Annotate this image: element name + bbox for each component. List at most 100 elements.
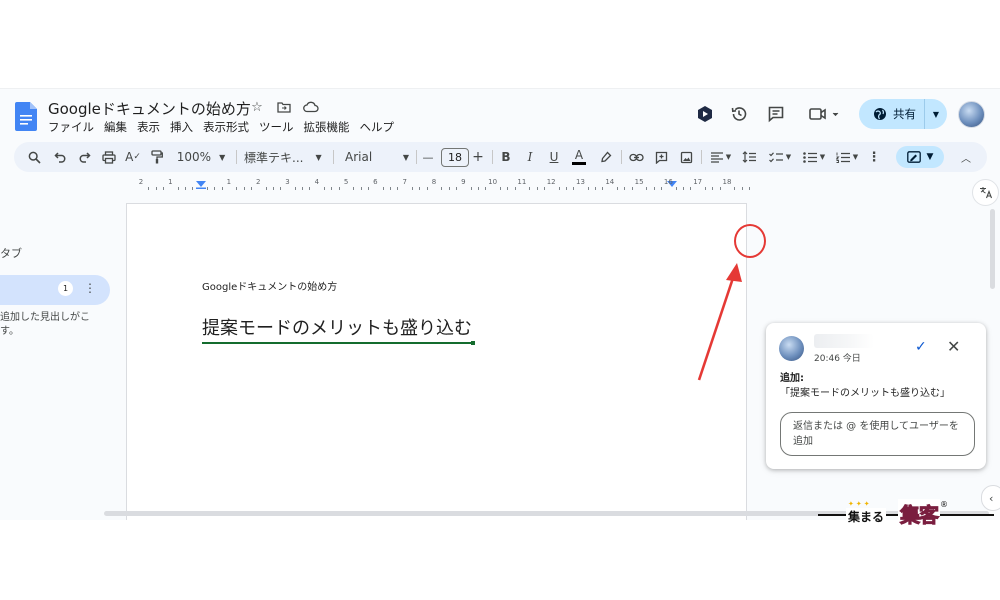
search-menus-icon[interactable] xyxy=(24,142,44,172)
bulleted-list-select[interactable]: ▼ xyxy=(799,142,829,172)
align-select[interactable]: ▼ xyxy=(707,142,735,172)
menu-file[interactable]: ファイル xyxy=(48,119,94,135)
star-icon[interactable]: ☆ xyxy=(249,98,265,116)
tab-more-icon[interactable]: ⋮ xyxy=(84,281,96,295)
ruler-tick xyxy=(485,187,487,190)
comment-icon[interactable] xyxy=(763,101,789,127)
italic-button[interactable]: I xyxy=(522,142,538,172)
redo-icon[interactable] xyxy=(74,142,94,172)
paragraph-style-select[interactable]: 標準テキ... ▼ xyxy=(244,142,324,172)
document-page[interactable]: Googleドキュメントの始め方 提案モードのメリットも盛り込む xyxy=(126,203,747,520)
toolbar-divider xyxy=(333,150,334,164)
translate-icon[interactable] xyxy=(972,179,999,206)
numbered-list-select[interactable]: ▼ xyxy=(832,142,862,172)
document-title[interactable]: Googleドキュメントの始め方 xyxy=(48,98,251,119)
ruler-label: 4 xyxy=(314,178,320,186)
share-dropdown-icon[interactable]: ▼ xyxy=(925,110,947,119)
vertical-scrollbar[interactable] xyxy=(990,209,995,289)
toolbar-divider xyxy=(492,150,493,164)
zoom-select[interactable]: 100% ▼ xyxy=(174,142,228,172)
ruler-tick xyxy=(148,187,150,190)
text-color-label: A xyxy=(574,148,584,162)
annotation-circle xyxy=(734,224,766,258)
more-options-icon[interactable]: ⋮ xyxy=(867,142,881,172)
ruler-tick xyxy=(412,187,414,190)
ruler-tick xyxy=(302,187,304,190)
ruler-tick xyxy=(712,187,714,190)
toolbar-divider xyxy=(701,150,702,164)
left-indent-marker-icon[interactable] xyxy=(196,181,206,189)
spellcheck-icon[interactable]: A ✓ xyxy=(123,142,143,172)
ruler-tick xyxy=(280,187,282,190)
ruler-tick xyxy=(705,187,707,190)
docs-logo-icon[interactable] xyxy=(15,102,37,131)
reject-suggestion-icon[interactable]: ✕ xyxy=(947,337,960,356)
menu-edit[interactable]: 編集 xyxy=(104,119,127,135)
suggestion-comment-card[interactable]: 20:46 今日 ✓ ✕ 追加: 「提案モードのメリットも盛り込む」 返信または… xyxy=(766,323,986,469)
font-family-select[interactable]: Arial ▼ xyxy=(345,142,409,172)
chevron-down-icon: ▼ xyxy=(219,152,226,162)
ruler-tick xyxy=(690,187,692,190)
text-color-button[interactable]: A xyxy=(570,142,588,172)
reply-input[interactable]: 返信または @ を使用してユーザーを追加 xyxy=(780,412,975,456)
underline-button[interactable]: U xyxy=(546,142,562,172)
formatting-toolbar: A ✓ 100% ▼ 標準テキ... ▼ Arial ▼ — 18 + B I U… xyxy=(14,142,987,172)
menu-extensions[interactable]: 拡張機能 xyxy=(304,119,350,135)
ruler-tick xyxy=(741,187,743,190)
ruler-label: 14 xyxy=(605,178,615,186)
ruler-tick xyxy=(426,187,428,190)
line-spacing-icon[interactable] xyxy=(738,142,760,172)
commenter-avatar xyxy=(779,336,804,361)
commenter-name-blurred xyxy=(814,334,874,348)
ruler-tick xyxy=(602,187,604,190)
font-size-input[interactable]: 18 xyxy=(441,148,469,167)
ruler-tick xyxy=(587,187,589,190)
style-value: 標準テキ... xyxy=(244,150,304,165)
menu-format[interactable]: 表示形式 xyxy=(203,119,249,135)
increase-font-size-button[interactable]: + xyxy=(471,142,485,172)
ruler-label: 12 xyxy=(546,178,556,186)
meet-icon[interactable] xyxy=(805,101,843,127)
ruler-tick xyxy=(558,187,560,190)
add-comment-icon[interactable] xyxy=(652,142,670,172)
paint-format-icon[interactable] xyxy=(147,142,167,172)
menu-tools[interactable]: ツール xyxy=(259,119,294,135)
insert-image-icon[interactable] xyxy=(677,142,695,172)
ruler-label: 1 xyxy=(226,178,232,186)
editing-mode-select[interactable]: ▼ xyxy=(896,146,944,168)
ruler-tick xyxy=(719,187,721,190)
insert-link-icon[interactable] xyxy=(627,142,645,172)
print-icon[interactable] xyxy=(99,142,119,172)
watermark-stars-icon: ✦✦✦ xyxy=(848,500,872,508)
bulleted-list-icon xyxy=(802,151,817,163)
menu-help[interactable]: ヘルプ xyxy=(360,119,395,135)
decrease-font-size-button[interactable]: — xyxy=(421,142,435,172)
collapse-toolbar-icon[interactable]: ︿ xyxy=(956,142,976,172)
gemini-icon[interactable] xyxy=(692,101,718,127)
ruler-label: 1 xyxy=(168,178,173,186)
cloud-saved-icon[interactable] xyxy=(303,98,319,116)
ruler[interactable]: 2 1 1 2 3 4 5 6 7 8 9 10 11 12 13 14 15 16 17 18 xyxy=(126,177,750,193)
undo-icon[interactable] xyxy=(50,142,70,172)
share-button[interactable]: 共有 ▼ xyxy=(859,99,947,129)
suggestion-action-text: 「提案モードのメリットも盛り込む」 xyxy=(780,388,950,399)
menu-insert[interactable]: 挿入 xyxy=(170,119,193,135)
highlight-pen-icon[interactable] xyxy=(597,142,615,172)
ruler-tick xyxy=(734,187,736,190)
user-avatar[interactable] xyxy=(958,101,985,128)
annotation-arrow xyxy=(697,263,742,381)
checklist-select[interactable]: ▼ xyxy=(765,142,795,172)
google-docs-window: Googleドキュメントの始め方 ☆ ファイル 編集 表示 挿入 表示形式 ツー… xyxy=(0,88,1000,520)
accept-suggestion-icon[interactable]: ✓ xyxy=(915,339,927,355)
ruler-tick xyxy=(631,187,633,190)
ruler-tick xyxy=(419,187,421,190)
suggested-insertion[interactable]: 提案モードのメリットも盛り込む xyxy=(202,317,475,345)
menu-view[interactable]: 表示 xyxy=(137,119,160,135)
bold-button[interactable]: B xyxy=(498,142,514,172)
move-folder-icon[interactable] xyxy=(276,98,292,116)
zoom-value: 100% xyxy=(176,150,212,164)
ruler-tick xyxy=(272,187,274,190)
history-icon[interactable] xyxy=(726,101,752,127)
ruler-label: 16 xyxy=(663,178,673,186)
ruler-tick xyxy=(646,187,648,190)
